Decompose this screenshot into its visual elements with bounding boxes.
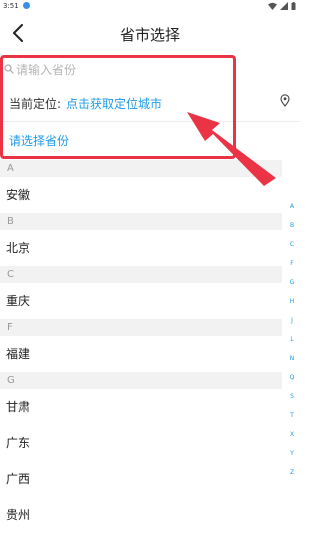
index-letter[interactable]: J: [291, 311, 293, 330]
section-header-f: F: [0, 319, 282, 336]
section-header-g: G: [0, 372, 282, 389]
index-letter[interactable]: Y: [290, 444, 294, 463]
status-time: 3:51: [3, 2, 19, 10]
section-header-a: A: [0, 160, 282, 177]
notification-icon: [23, 2, 30, 9]
list-item[interactable]: 北京: [0, 230, 282, 266]
signal-icon: [280, 2, 288, 10]
select-province-prompt[interactable]: 请选择省份: [9, 132, 69, 149]
index-letter[interactable]: Z: [290, 463, 294, 482]
list-item[interactable]: 广西: [0, 461, 282, 497]
index-letter[interactable]: X: [290, 425, 294, 444]
divider: [0, 121, 300, 122]
location-pin-icon[interactable]: [280, 94, 290, 107]
index-letter[interactable]: F: [290, 254, 293, 273]
page-title: 省市选择: [119, 26, 180, 44]
location-label: 当前定位:: [9, 97, 62, 111]
list-item[interactable]: 贵州: [0, 497, 282, 533]
section-header-c: C: [0, 266, 282, 283]
index-letter[interactable]: C: [290, 235, 294, 254]
status-bar: 3:51: [0, 0, 300, 14]
index-letter[interactable]: G: [290, 273, 295, 292]
index-letter[interactable]: L: [290, 330, 293, 349]
section-header-b: B: [0, 213, 282, 230]
status-icons: [268, 2, 296, 10]
index-letter[interactable]: N: [290, 349, 295, 368]
index-letter[interactable]: Q: [290, 368, 295, 387]
index-letter[interactable]: B: [290, 216, 294, 235]
list-item[interactable]: 福建: [0, 336, 282, 372]
list-item[interactable]: 广东: [0, 425, 282, 461]
alphabet-index[interactable]: A B C F G H J L N Q S T X Y Z: [284, 197, 300, 482]
wifi-icon: [268, 2, 277, 10]
search-icon: [4, 64, 14, 74]
index-letter[interactable]: S: [290, 387, 294, 406]
index-letter[interactable]: T: [290, 406, 294, 425]
search-input[interactable]: [16, 60, 236, 80]
province-list: A 安徽 B 北京 C 重庆 F 福建 G 甘肃 广东 广西 贵州: [0, 160, 282, 533]
get-location-link[interactable]: 点击获取定位城市: [66, 95, 162, 112]
search-bar: [0, 58, 300, 82]
battery-icon: [291, 2, 296, 10]
index-letter[interactable]: A: [290, 197, 294, 216]
list-item[interactable]: 重庆: [0, 283, 282, 319]
index-letter[interactable]: H: [290, 292, 295, 311]
nav-bar: 省市选择: [0, 14, 300, 52]
current-location-row: 当前定位: 点击获取定位城市: [0, 90, 300, 116]
list-item[interactable]: 安徽: [0, 177, 282, 213]
list-item[interactable]: 甘肃: [0, 389, 282, 425]
